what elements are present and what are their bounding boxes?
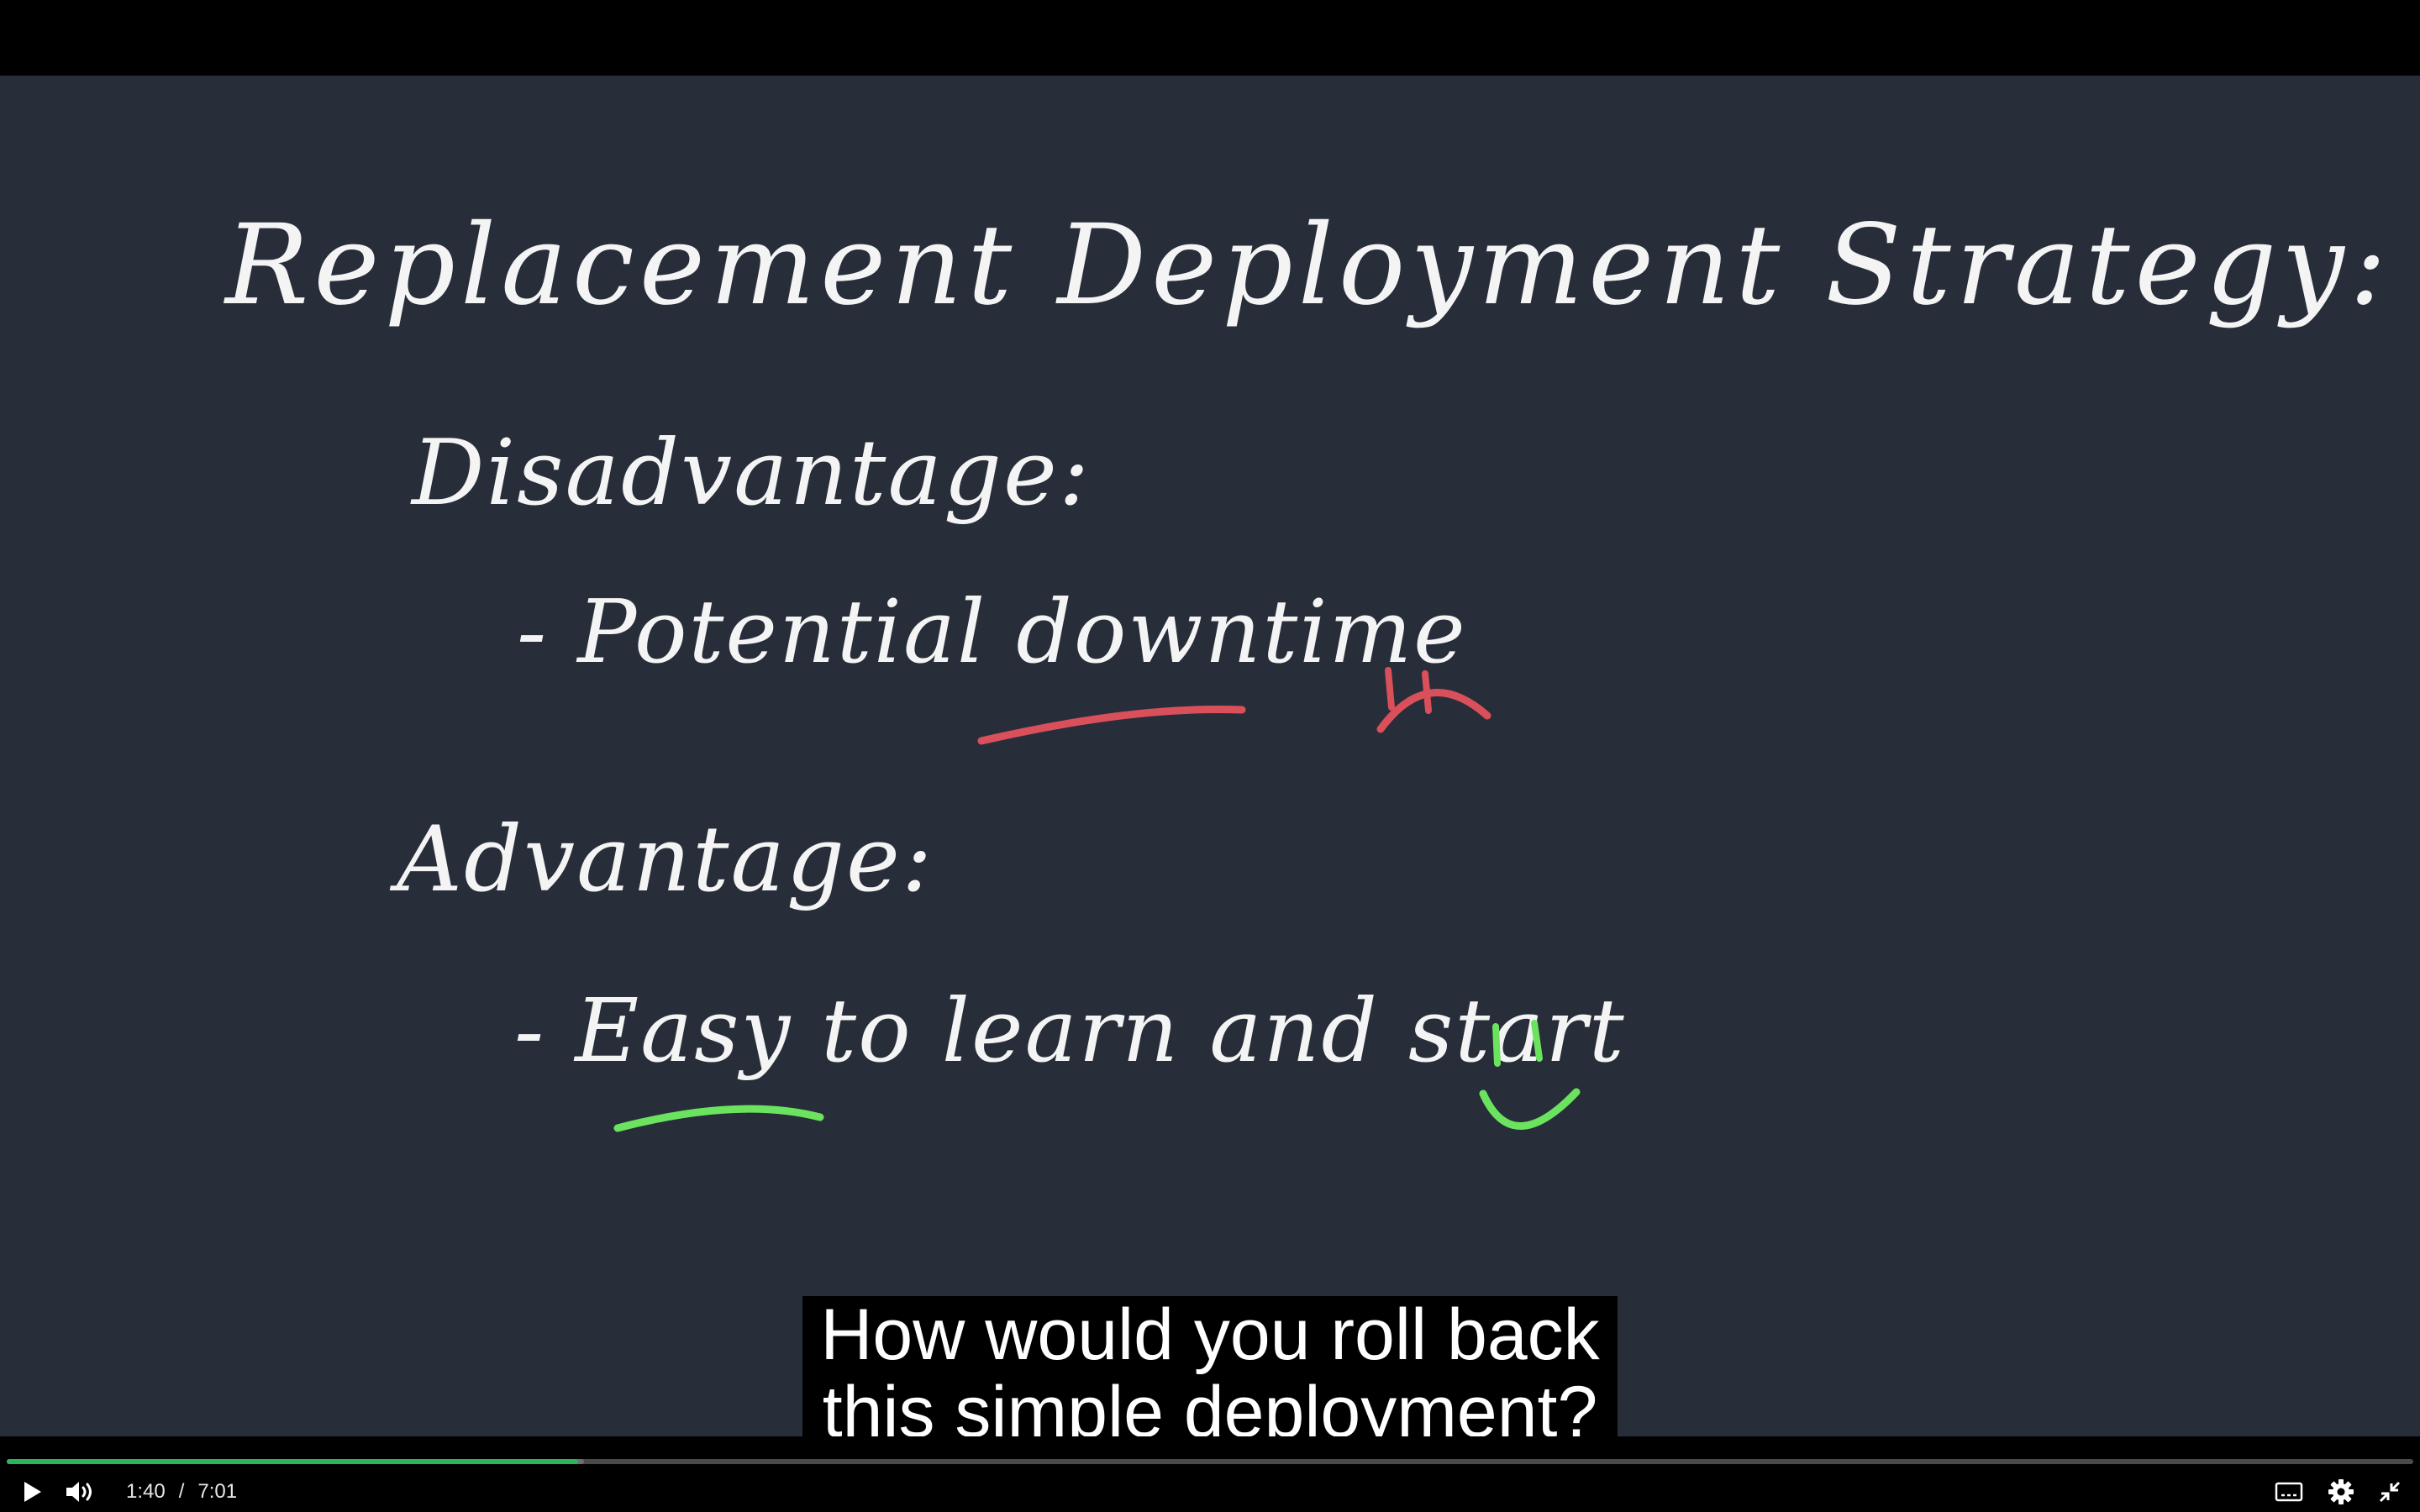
video-frame[interactable]: Replacement Deployment Strategy: Disadva… [0,76,2420,1436]
volume-button[interactable] [60,1475,101,1509]
exit-fullscreen-icon [2379,1481,2401,1503]
control-bar: 1:40 / 7:01 [0,1436,2420,1512]
gear-icon [2328,1479,2354,1504]
easy-underline [613,1105,824,1132]
captions-icon [2275,1482,2303,1502]
play-button[interactable] [15,1475,49,1509]
progress-bar[interactable] [7,1459,2413,1464]
happy-face-icon [1479,1020,1581,1130]
settings-button[interactable] [2321,1475,2361,1509]
board-annotations [613,667,1581,1132]
current-time: 1:40 [126,1480,166,1503]
captions-button[interactable] [2269,1475,2309,1509]
fullscreen-button[interactable] [2371,1475,2408,1509]
top-letterbox [0,0,2420,76]
play-icon [24,1482,41,1502]
duration: 7:01 [197,1480,238,1503]
subtitle-caption: How would you roll back this simple depl… [802,1296,1618,1451]
sad-face-icon [1376,667,1491,733]
volume-icon [66,1482,92,1502]
video-player[interactable]: Replacement Deployment Strategy: Disadva… [0,0,2420,1512]
downtime-underline [977,705,1246,745]
subtitle-line-1: How would you roll back [802,1296,1618,1373]
progress-played [7,1459,579,1464]
time-display: 1:40 / 7:01 [126,1475,237,1509]
time-separator: / [178,1480,185,1503]
